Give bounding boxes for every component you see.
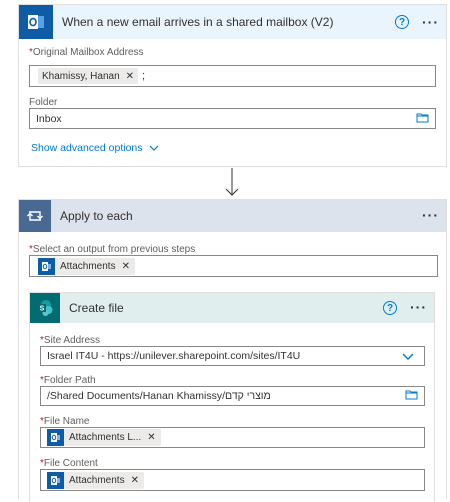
folder-picker-icon[interactable] xyxy=(416,112,429,126)
more-options-icon[interactable]: ··· xyxy=(422,14,439,30)
file-name-label: *File Name xyxy=(40,416,90,427)
mailbox-field[interactable]: Khamissy, Hanan ✕ ; xyxy=(29,65,436,87)
file-content-label: *File Content xyxy=(40,458,98,469)
chevron-down-icon xyxy=(149,145,158,151)
folder-path-field[interactable]: /Shared Documents/Hanan Khamissy/מוצרי ק… xyxy=(40,386,425,406)
apply-each-card: Apply to each ··· *Select an output from… xyxy=(18,199,447,502)
site-address-dropdown[interactable]: Israel IT4U - https://unilever.sharepoin… xyxy=(40,346,425,366)
outlook-icon xyxy=(19,5,53,39)
folder-value: Inbox xyxy=(36,112,62,125)
help-icon[interactable]: ? xyxy=(395,15,409,29)
create-file-card: S Create file ? ··· *Site Address Israel… xyxy=(29,292,435,502)
trigger-title: When a new email arrives in a shared mai… xyxy=(62,15,334,29)
mailbox-token[interactable]: Khamissy, Hanan ✕ xyxy=(38,68,139,84)
site-address-label: *Site Address xyxy=(40,335,101,346)
more-options-icon[interactable]: ··· xyxy=(422,207,439,223)
help-icon[interactable]: ? xyxy=(383,301,397,315)
remove-token-icon[interactable]: ✕ xyxy=(122,261,130,272)
remove-token-icon[interactable]: ✕ xyxy=(131,475,139,486)
folder-field[interactable]: Inbox xyxy=(29,108,436,129)
svg-text:S: S xyxy=(40,306,45,313)
attachments-token[interactable]: Attachments ✕ xyxy=(38,257,135,275)
folder-path-value: /Shared Documents/Hanan Khamissy/מוצרי ק… xyxy=(47,390,271,402)
attachments-content-token[interactable]: Attachments ✕ xyxy=(47,471,144,489)
remove-token-icon[interactable]: ✕ xyxy=(126,71,134,82)
apply-each-header[interactable]: Apply to each ··· xyxy=(19,200,446,232)
file-content-field[interactable]: Attachments ✕ xyxy=(40,469,425,491)
connector-arrow-icon xyxy=(225,168,239,196)
folder-picker-icon[interactable] xyxy=(405,389,418,403)
mailbox-suffix: ; xyxy=(142,70,146,82)
chevron-down-icon[interactable] xyxy=(402,353,414,360)
file-name-field[interactable]: Attachments L... ✕ xyxy=(40,427,425,448)
apply-each-title: Apply to each xyxy=(60,209,133,223)
more-options-icon[interactable]: ··· xyxy=(410,299,427,315)
trigger-card-header[interactable]: When a new email arrives in a shared mai… xyxy=(19,5,446,39)
sharepoint-icon: S xyxy=(30,293,60,323)
outlook-icon xyxy=(38,257,55,275)
attachments-name-token[interactable]: Attachments L... ✕ xyxy=(47,429,161,446)
folder-path-label: *Folder Path xyxy=(40,375,96,386)
show-advanced-link[interactable]: Show advanced options xyxy=(31,142,159,154)
loop-icon xyxy=(19,200,51,232)
trigger-card: When a new email arrives in a shared mai… xyxy=(18,4,447,167)
create-file-header[interactable]: S Create file ? ··· xyxy=(30,293,434,323)
site-address-value: Israel IT4U - https://unilever.sharepoin… xyxy=(47,350,301,362)
outlook-icon xyxy=(47,471,64,489)
create-file-title: Create file xyxy=(69,301,124,315)
outlook-icon xyxy=(47,429,64,446)
select-output-label: *Select an output from previous steps xyxy=(29,244,196,255)
remove-token-icon[interactable]: ✕ xyxy=(147,432,155,443)
folder-label: Folder xyxy=(29,97,58,108)
select-output-field[interactable]: Attachments ✕ xyxy=(29,255,438,277)
mailbox-label: *Original Mailbox Address xyxy=(29,47,144,58)
